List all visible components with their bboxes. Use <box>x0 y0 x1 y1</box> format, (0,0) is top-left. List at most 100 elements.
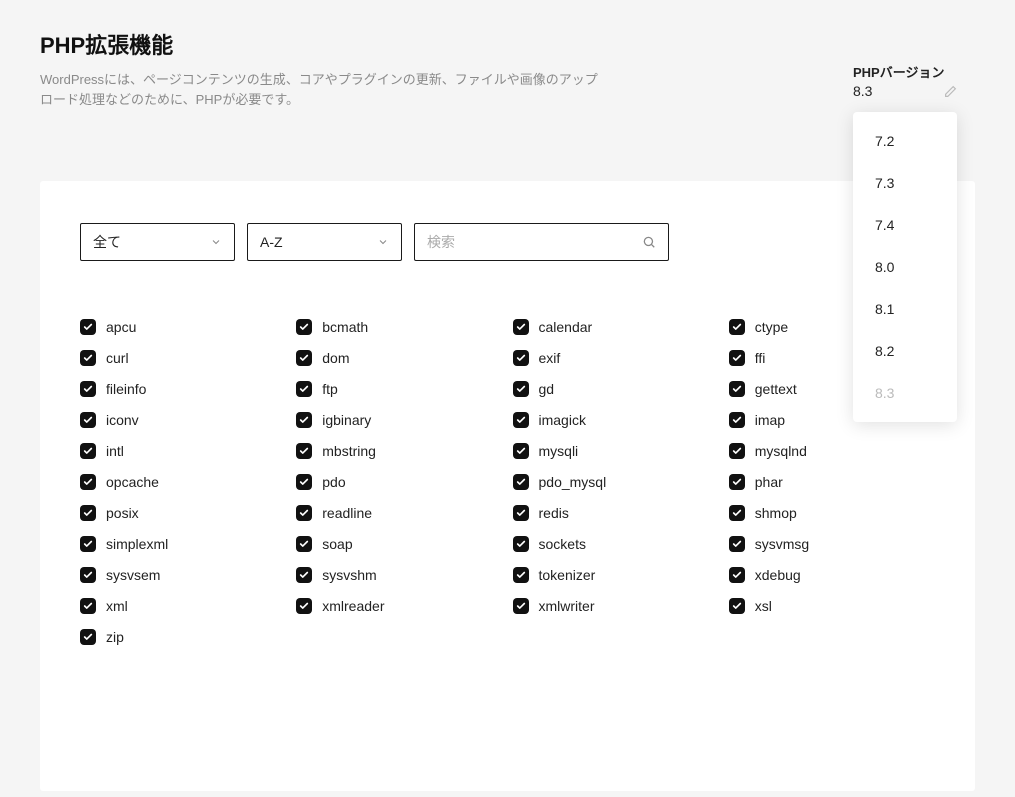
extension-checkbox-shmop[interactable] <box>729 505 745 521</box>
extension-checkbox-xdebug[interactable] <box>729 567 745 583</box>
extension-checkbox-apcu[interactable] <box>80 319 96 335</box>
extension-label[interactable]: gd <box>539 381 555 397</box>
extension-checkbox-phar[interactable] <box>729 474 745 490</box>
extension-checkbox-sockets[interactable] <box>513 536 529 552</box>
extension-checkbox-soap[interactable] <box>296 536 312 552</box>
extension-label[interactable]: sysvsem <box>106 567 160 583</box>
extension-label[interactable]: intl <box>106 443 124 459</box>
extension-checkbox-ftp[interactable] <box>296 381 312 397</box>
extension-label[interactable]: xsl <box>755 598 772 614</box>
extension-checkbox-curl[interactable] <box>80 350 96 366</box>
extension-label[interactable]: redis <box>539 505 569 521</box>
version-option-8-1[interactable]: 8.1 <box>853 288 957 330</box>
extension-label[interactable]: posix <box>106 505 139 521</box>
extension-label[interactable]: phar <box>755 474 783 490</box>
extension-checkbox-ffi[interactable] <box>729 350 745 366</box>
extension-label[interactable]: xml <box>106 598 128 614</box>
search-icon[interactable] <box>642 235 656 249</box>
extension-label[interactable]: ffi <box>755 350 766 366</box>
extension-item-simplexml: simplexml <box>80 536 286 552</box>
extension-checkbox-xsl[interactable] <box>729 598 745 614</box>
extension-checkbox-intl[interactable] <box>80 443 96 459</box>
extension-label[interactable]: sysvmsg <box>755 536 809 552</box>
version-option-7-2[interactable]: 7.2 <box>853 120 957 162</box>
extension-label[interactable]: imap <box>755 412 785 428</box>
extension-label[interactable]: exif <box>539 350 561 366</box>
extension-checkbox-dom[interactable] <box>296 350 312 366</box>
extension-checkbox-readline[interactable] <box>296 505 312 521</box>
version-option-8-0[interactable]: 8.0 <box>853 246 957 288</box>
extension-label[interactable]: mysqli <box>539 443 579 459</box>
extension-checkbox-exif[interactable] <box>513 350 529 366</box>
extension-label[interactable]: curl <box>106 350 129 366</box>
extension-checkbox-iconv[interactable] <box>80 412 96 428</box>
pencil-icon[interactable] <box>944 85 957 98</box>
version-option-8-3[interactable]: 8.3 <box>853 372 957 414</box>
extension-checkbox-igbinary[interactable] <box>296 412 312 428</box>
extension-checkbox-xml[interactable] <box>80 598 96 614</box>
extension-checkbox-xmlwriter[interactable] <box>513 598 529 614</box>
extension-label[interactable]: readline <box>322 505 372 521</box>
extension-checkbox-xmlreader[interactable] <box>296 598 312 614</box>
extension-label[interactable]: zip <box>106 629 124 645</box>
extension-label[interactable]: xmlreader <box>322 598 384 614</box>
extension-checkbox-posix[interactable] <box>80 505 96 521</box>
filter-select[interactable]: 全て <box>80 223 235 261</box>
extension-checkbox-pdo_mysql[interactable] <box>513 474 529 490</box>
extension-label[interactable]: imagick <box>539 412 586 428</box>
extension-label[interactable]: sysvshm <box>322 567 376 583</box>
sort-select[interactable]: A-Z <box>247 223 402 261</box>
extension-label[interactable]: soap <box>322 536 352 552</box>
extension-label[interactable]: mysqlnd <box>755 443 807 459</box>
extension-label[interactable]: iconv <box>106 412 139 428</box>
extension-checkbox-fileinfo[interactable] <box>80 381 96 397</box>
extension-label[interactable]: ftp <box>322 381 338 397</box>
extension-checkbox-simplexml[interactable] <box>80 536 96 552</box>
version-option-7-3[interactable]: 7.3 <box>853 162 957 204</box>
extension-checkbox-pdo[interactable] <box>296 474 312 490</box>
extension-label[interactable]: tokenizer <box>539 567 596 583</box>
extension-label[interactable]: simplexml <box>106 536 168 552</box>
extension-label[interactable]: calendar <box>539 319 593 335</box>
extension-checkbox-imagick[interactable] <box>513 412 529 428</box>
extension-label[interactable]: pdo_mysql <box>539 474 607 490</box>
extension-label[interactable]: dom <box>322 350 349 366</box>
extension-label[interactable]: fileinfo <box>106 381 146 397</box>
extension-checkbox-zip[interactable] <box>80 629 96 645</box>
extension-checkbox-opcache[interactable] <box>80 474 96 490</box>
extension-label[interactable]: igbinary <box>322 412 371 428</box>
extension-label[interactable]: gettext <box>755 381 797 397</box>
extension-checkbox-gd[interactable] <box>513 381 529 397</box>
extension-label[interactable]: bcmath <box>322 319 368 335</box>
extension-checkbox-calendar[interactable] <box>513 319 529 335</box>
extension-label[interactable]: pdo <box>322 474 345 490</box>
extension-item-pdo_mysql: pdo_mysql <box>513 474 719 490</box>
extension-checkbox-redis[interactable] <box>513 505 529 521</box>
extension-checkbox-bcmath[interactable] <box>296 319 312 335</box>
extension-checkbox-imap[interactable] <box>729 412 745 428</box>
extension-item-phar: phar <box>729 474 935 490</box>
extension-checkbox-mbstring[interactable] <box>296 443 312 459</box>
extension-label[interactable]: sockets <box>539 536 586 552</box>
extension-checkbox-sysvmsg[interactable] <box>729 536 745 552</box>
extension-label[interactable]: shmop <box>755 505 797 521</box>
extension-checkbox-tokenizer[interactable] <box>513 567 529 583</box>
version-option-7-4[interactable]: 7.4 <box>853 204 957 246</box>
version-option-8-2[interactable]: 8.2 <box>853 330 957 372</box>
extension-label[interactable]: xmlwriter <box>539 598 595 614</box>
extension-label[interactable]: ctype <box>755 319 788 335</box>
extension-checkbox-mysqli[interactable] <box>513 443 529 459</box>
extension-label[interactable]: xdebug <box>755 567 801 583</box>
extension-label[interactable]: opcache <box>106 474 159 490</box>
search-box <box>414 223 669 261</box>
extension-checkbox-gettext[interactable] <box>729 381 745 397</box>
extension-item-sockets: sockets <box>513 536 719 552</box>
extension-checkbox-sysvsem[interactable] <box>80 567 96 583</box>
extension-checkbox-ctype[interactable] <box>729 319 745 335</box>
extension-label[interactable]: apcu <box>106 319 136 335</box>
extension-label[interactable]: mbstring <box>322 443 376 459</box>
extension-item-readline: readline <box>296 505 502 521</box>
extension-checkbox-sysvshm[interactable] <box>296 567 312 583</box>
search-input[interactable] <box>415 224 668 260</box>
extension-checkbox-mysqlnd[interactable] <box>729 443 745 459</box>
